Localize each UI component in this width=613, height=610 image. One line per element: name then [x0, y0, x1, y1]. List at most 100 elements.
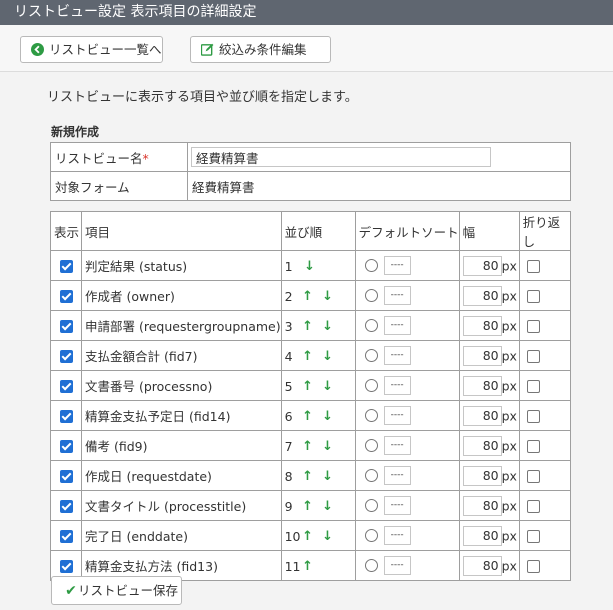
width-input[interactable]: 80: [462, 405, 502, 426]
arrow-down-icon[interactable]: ↓: [321, 379, 335, 394]
arrow-up-icon[interactable]: ↑: [301, 499, 315, 514]
target-label-cell: 対象フォーム: [50, 171, 188, 201]
show-checkbox[interactable]: [59, 530, 73, 543]
arrow-up-icon[interactable]: ↑: [301, 439, 315, 454]
show-checkbox[interactable]: [59, 560, 73, 573]
show-checkbox[interactable]: [59, 350, 73, 363]
arrow-down-icon[interactable]: ↓: [321, 499, 335, 514]
back-to-list-button[interactable]: リストビュー一覧へ: [20, 36, 163, 63]
wrap-checkbox[interactable]: [526, 320, 540, 333]
width-unit: px: [501, 558, 517, 573]
arrow-down-icon[interactable]: ↓: [303, 259, 317, 274]
show-checkbox[interactable]: [59, 500, 73, 513]
width-input[interactable]: 80: [462, 465, 502, 486]
width-input[interactable]: 80: [462, 525, 502, 546]
wrap-checkbox[interactable]: [526, 470, 540, 483]
width-input[interactable]: 80: [462, 495, 502, 516]
arrow-down-icon[interactable]: ↓: [321, 349, 335, 364]
item-cell: 文書番号 (processno): [81, 370, 282, 401]
default-sort-radio[interactable]: [364, 469, 378, 482]
order-cell: 10 ↑ ↓: [280, 520, 356, 551]
arrow-down-icon[interactable]: ↓: [321, 469, 335, 484]
arrow-down-icon[interactable]: ↓: [321, 529, 335, 544]
default-sort-radio[interactable]: [364, 379, 378, 392]
default-sort-radio[interactable]: [364, 349, 378, 362]
save-listview-button[interactable]: ✔リストビュー保存: [51, 576, 182, 605]
width-input[interactable]: 80: [462, 315, 502, 336]
default-sort-radio[interactable]: [364, 499, 378, 512]
default-sort-radio[interactable]: [364, 529, 378, 542]
wrap-checkbox[interactable]: [526, 440, 540, 453]
width-cell: 80 px: [458, 370, 520, 401]
arrow-down-icon[interactable]: ↓: [321, 409, 335, 424]
arrow-down-icon[interactable]: ↓: [321, 319, 335, 334]
table-header-row: 表示 項目 並び順 デフォルトソート 幅 折り返し: [50, 211, 572, 251]
show-checkbox[interactable]: [59, 440, 73, 453]
edit-filter-button[interactable]: 絞込み条件編集: [190, 36, 331, 63]
sort-direction-select[interactable]: ----: [383, 316, 411, 335]
arrow-down-icon[interactable]: ↓: [321, 439, 335, 454]
wrap-checkbox[interactable]: [526, 350, 540, 363]
arrow-up-icon[interactable]: ↑: [301, 319, 315, 334]
item-cell: 精算金支払予定日 (fid14): [81, 400, 282, 431]
show-checkbox[interactable]: [59, 290, 73, 303]
arrow-up-icon[interactable]: ↑: [301, 289, 315, 304]
arrow-up-icon[interactable]: ↑: [301, 349, 315, 364]
order-number: 11: [284, 558, 301, 574]
sort-direction-select[interactable]: ----: [383, 526, 411, 545]
target-form-value: 経費精算書: [192, 179, 255, 195]
arrow-down-icon[interactable]: ↓: [321, 289, 335, 304]
wrap-cell: [518, 460, 572, 491]
sort-direction-select[interactable]: ----: [383, 286, 411, 305]
arrow-up-icon[interactable]: ↑: [301, 559, 315, 574]
default-sort-radio[interactable]: [364, 289, 378, 302]
default-sort-radio[interactable]: [364, 259, 378, 272]
arrow-up-icon[interactable]: ↑: [301, 529, 315, 544]
default-sort-cell: ----: [354, 460, 460, 491]
sort-direction-select[interactable]: ----: [383, 436, 411, 455]
width-input[interactable]: 80: [462, 375, 502, 396]
show-checkbox[interactable]: [59, 410, 73, 423]
default-sort-radio[interactable]: [364, 319, 378, 332]
wrap-checkbox[interactable]: [526, 530, 540, 543]
sort-direction-select[interactable]: ----: [383, 556, 411, 575]
default-sort-cell: ----: [354, 370, 460, 401]
wrap-checkbox[interactable]: [526, 290, 540, 303]
sort-direction-select[interactable]: ----: [383, 466, 411, 485]
sort-direction-select[interactable]: ----: [383, 256, 411, 275]
listview-name-input[interactable]: [191, 147, 491, 167]
toolbar: リストビュー一覧へ 絞込み条件編集: [0, 25, 613, 72]
order-number: 5: [284, 378, 293, 394]
default-sort-radio[interactable]: [364, 409, 378, 422]
width-unit: px: [501, 378, 517, 393]
wrap-checkbox[interactable]: [526, 410, 540, 423]
item-cell: 支払金額合計 (fid7): [81, 340, 282, 371]
order-cell: 5 ↑ ↓: [280, 370, 356, 401]
width-input[interactable]: 80: [462, 255, 502, 276]
width-input[interactable]: 80: [462, 555, 502, 576]
wrap-checkbox[interactable]: [526, 500, 540, 513]
target-value-cell: 経費精算書: [187, 171, 571, 201]
width-unit: px: [501, 288, 517, 303]
arrow-up-icon[interactable]: ↑: [301, 409, 315, 424]
default-sort-radio[interactable]: [364, 559, 378, 572]
width-input[interactable]: 80: [462, 435, 502, 456]
item-label: 備考 (fid9): [85, 439, 148, 454]
wrap-checkbox[interactable]: [526, 260, 540, 273]
arrow-up-icon[interactable]: ↑: [301, 469, 315, 484]
sort-direction-select[interactable]: ----: [383, 406, 411, 425]
show-cell: [50, 310, 82, 341]
default-sort-radio[interactable]: [364, 439, 378, 452]
show-checkbox[interactable]: [59, 260, 73, 273]
show-checkbox[interactable]: [59, 320, 73, 333]
width-input[interactable]: 80: [462, 285, 502, 306]
wrap-checkbox[interactable]: [526, 380, 540, 393]
sort-direction-select[interactable]: ----: [383, 376, 411, 395]
show-checkbox[interactable]: [59, 380, 73, 393]
arrow-up-icon[interactable]: ↑: [301, 379, 315, 394]
width-input[interactable]: 80: [462, 345, 502, 366]
sort-direction-select[interactable]: ----: [383, 346, 411, 365]
sort-direction-select[interactable]: ----: [383, 496, 411, 515]
wrap-checkbox[interactable]: [526, 560, 540, 573]
show-checkbox[interactable]: [59, 470, 73, 483]
